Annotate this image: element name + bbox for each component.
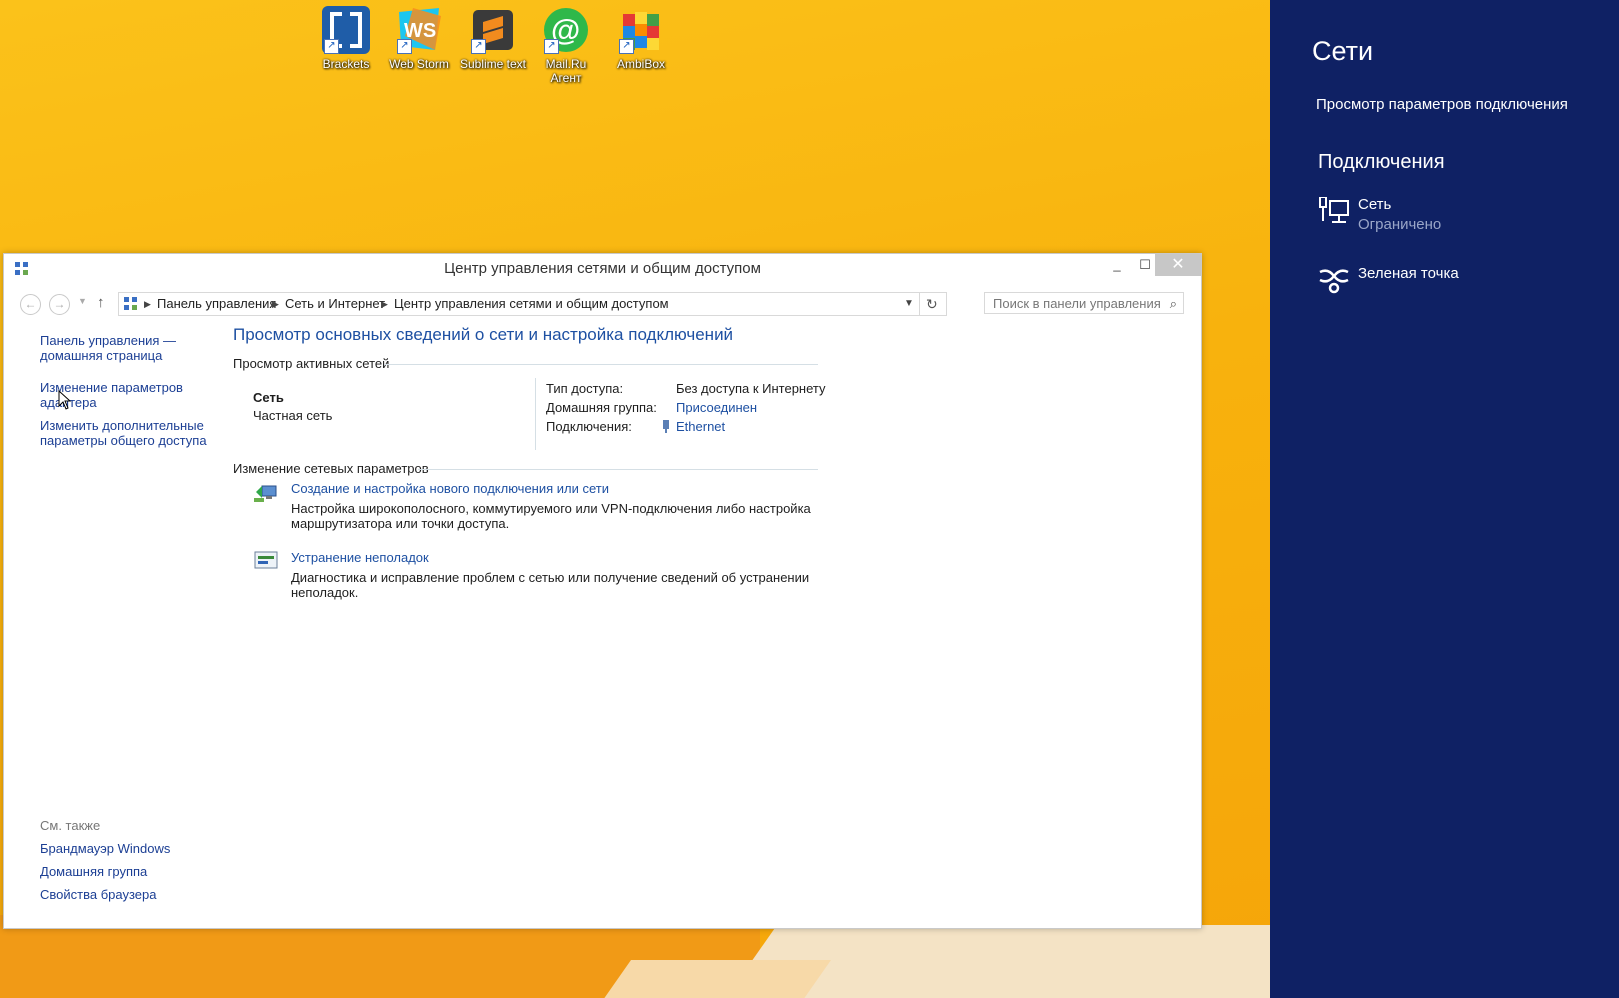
active-networks-header: Просмотр активных сетей	[233, 356, 390, 371]
change-settings-header: Изменение сетевых параметров	[233, 461, 429, 476]
sidebar-link-sharing-settings[interactable]: Изменить дополнительные параметры общего…	[40, 418, 207, 448]
see-also-homegroup[interactable]: Домашняя группа	[40, 864, 147, 879]
new-connection-description: Настройка широкополосного, коммутируемог…	[291, 501, 811, 516]
control-panel-icon	[124, 297, 137, 310]
desktop-shortcut-label: Web Storm	[389, 57, 449, 71]
back-button[interactable]: ←	[20, 294, 41, 315]
divider	[418, 469, 818, 470]
desktop-shortcut-webstorm[interactable]: WS ↗ Web Storm	[381, 6, 457, 71]
see-also-browser-properties[interactable]: Свойства браузера	[40, 887, 156, 902]
address-bar[interactable]: ▶ Панель управления ▶ Сеть и Интернет ▶ …	[118, 292, 947, 316]
desktop-shortcut-label: Sublime text	[459, 57, 527, 71]
ambibox-icon: ↗	[617, 6, 665, 54]
breadcrumb-control-panel[interactable]: Панель управления	[157, 293, 276, 315]
shortcut-arrow-icon: ↗	[397, 39, 412, 54]
window-title: Центр управления сетями и общим доступом	[444, 260, 761, 277]
network-type: Частная сеть	[253, 408, 333, 423]
network-item-name: Зеленая точка	[1358, 265, 1459, 282]
breadcrumb-separator-icon[interactable]: ▶	[381, 293, 388, 315]
network-item-status: Ограничено	[1358, 216, 1442, 233]
new-connection-description: маршрутизатора или точки доступа.	[291, 516, 510, 531]
brackets-icon: ↗	[322, 6, 370, 54]
breadcrumb-separator-icon[interactable]: ▶	[272, 293, 279, 315]
search-placeholder: Поиск в панели управления	[993, 296, 1161, 311]
shortcut-arrow-icon: ↗	[471, 39, 486, 54]
minimize-button[interactable]: _	[1103, 254, 1131, 276]
breadcrumb-network-internet[interactable]: Сеть и Интернет	[285, 293, 385, 315]
mouse-cursor-icon	[58, 390, 72, 410]
connections-header: Подключения	[1318, 151, 1445, 173]
desktop-shortcut-ambibox[interactable]: ↗ AmbiBox	[603, 6, 679, 71]
search-icon[interactable]: ⌕	[1170, 293, 1177, 315]
networks-pane: Сети Просмотр параметров подключения Под…	[1270, 0, 1619, 998]
network-center-window[interactable]: Центр управления сетями и общим доступом…	[3, 253, 1202, 929]
shortcut-arrow-icon: ↗	[619, 39, 634, 54]
access-type-value: Без доступа к Интернету	[676, 381, 826, 396]
recent-locations-dropdown[interactable]: ▼	[78, 296, 87, 306]
divider	[384, 364, 818, 365]
mobile-hotspot-icon	[1319, 269, 1349, 294]
new-connection-link[interactable]: Создание и настройка нового подключения …	[291, 481, 609, 496]
sidebar-link-text: домашняя страница	[40, 348, 163, 363]
see-also-header: См. также	[40, 818, 101, 833]
page-title: Просмотр основных сведений о сети и наст…	[233, 325, 734, 344]
new-connection-icon	[254, 485, 277, 502]
ethernet-icon	[663, 420, 669, 433]
desktop-shortcut-mailru[interactable]: @ ↗ Mail.Ru Агент	[529, 6, 603, 85]
homegroup-label: Домашняя группа:	[546, 400, 657, 415]
network-item-name: Сеть	[1358, 196, 1392, 213]
troubleshoot-icon	[254, 551, 278, 569]
wired-network-icon	[1319, 197, 1349, 223]
refresh-icon[interactable]: ↻	[926, 293, 938, 315]
access-type-label: Тип доступа:	[546, 381, 624, 396]
webstorm-icon: WS ↗	[395, 6, 443, 54]
see-also-firewall[interactable]: Брандмауэр Windows	[40, 841, 170, 856]
breadcrumb-separator-icon[interactable]: ▶	[144, 293, 151, 315]
sidebar-link-text: Панель управления —	[40, 333, 177, 348]
mailru-agent-icon: @ ↗	[542, 6, 590, 54]
troubleshoot-link[interactable]: Устранение неполадок	[291, 550, 429, 565]
sublime-text-icon: ↗	[469, 6, 517, 54]
ethernet-link[interactable]: Ethernet	[676, 419, 725, 434]
shortcut-arrow-icon: ↗	[324, 39, 339, 54]
divider	[919, 293, 920, 315]
sidebar-link-control-panel-home[interactable]: Панель управления — домашняя страница	[40, 333, 176, 363]
network-name: Сеть	[253, 390, 284, 405]
close-button[interactable]: ✕	[1155, 254, 1201, 276]
troubleshoot-description: Диагностика и исправление проблем с сеть…	[291, 570, 810, 585]
connections-label: Подключения:	[546, 419, 632, 434]
navigation-bar: ← → ▼ ↑ ▶ Панель управления ▶ Сеть и Инт…	[4, 284, 1201, 326]
desktop-shortcut-label: Mail.Ru Агент	[545, 57, 587, 85]
title-bar[interactable]: Центр управления сетями и общим доступом…	[4, 254, 1201, 284]
desktop-shortcut-sublime[interactable]: ↗ Sublime text	[455, 6, 531, 71]
homegroup-link[interactable]: Присоединен	[676, 400, 757, 415]
divider	[535, 378, 536, 450]
desktop-shortcut-brackets[interactable]: ↗ Brackets	[308, 6, 384, 71]
troubleshoot-description: неполадок.	[291, 585, 359, 600]
sidebar-link-text: параметры общего доступа	[40, 433, 207, 448]
breadcrumb-network-center[interactable]: Центр управления сетями и общим доступом	[394, 293, 669, 315]
address-dropdown-icon[interactable]: ▼	[904, 293, 914, 315]
up-button[interactable]: ↑	[97, 294, 105, 311]
pane-title: Сети	[1312, 36, 1374, 66]
view-connection-settings-link[interactable]: Просмотр параметров подключения	[1316, 96, 1568, 113]
sidebar-link-text: Изменить дополнительные	[40, 418, 204, 433]
shortcut-arrow-icon: ↗	[544, 39, 559, 54]
desktop-shortcut-label: AmbiBox	[616, 57, 666, 71]
desktop-shortcut-label: Brackets	[322, 57, 370, 71]
search-input[interactable]: Поиск в панели управления ⌕	[984, 292, 1184, 314]
forward-button[interactable]: →	[49, 294, 70, 315]
